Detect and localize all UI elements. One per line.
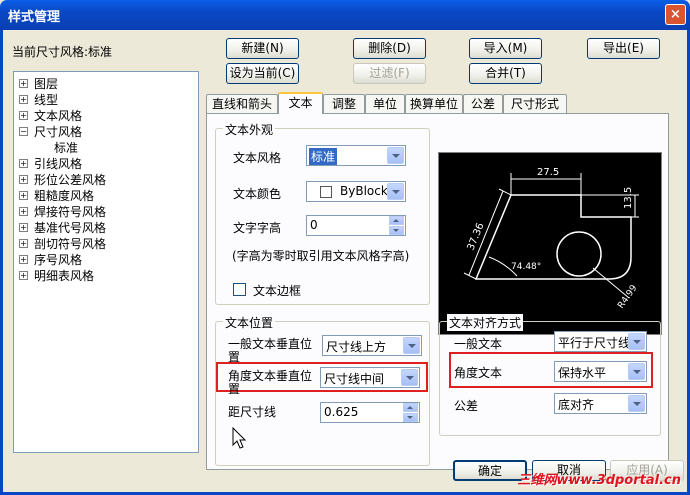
tab-dim-form[interactable]: 尺寸形式 [503, 94, 567, 114]
dropdown-arrow-icon[interactable] [628, 333, 645, 350]
delete-button[interactable]: 删除(D) [353, 38, 426, 59]
filter-button[interactable]: 过滤(F) [353, 63, 426, 84]
text-border-checkbox[interactable] [233, 283, 246, 296]
expand-icon[interactable]: + [19, 207, 28, 216]
expand-icon[interactable]: + [19, 111, 28, 120]
text-height-spinner[interactable]: 0 [306, 215, 406, 236]
tab-lines-arrows[interactable]: 直线和箭头 [206, 94, 278, 114]
tab-tolerance[interactable]: 公差 [463, 94, 503, 114]
text-style-select[interactable]: 标准 [306, 145, 406, 166]
export-button[interactable]: 导出(E) [587, 38, 660, 59]
preview-drawing: 27.5 13.5 37.36 74.48° R4.99 [463, 167, 640, 311]
expand-icon[interactable]: + [19, 159, 28, 168]
spin-down-icon[interactable] [403, 413, 418, 422]
angle-vert-label: 角度文本垂直位 [228, 369, 313, 383]
set-current-button[interactable]: 设为当前(C) [226, 63, 299, 84]
text-border-label: 文本边框 [253, 284, 302, 298]
angle-vert-select[interactable]: 尺寸线中间 [320, 367, 420, 388]
spin-down-icon[interactable] [389, 226, 404, 235]
preview-dim-top: 27.5 [537, 167, 559, 178]
expand-icon[interactable]: + [19, 255, 28, 264]
tolerance-align-label: 公差 [454, 399, 479, 413]
dropdown-arrow-icon[interactable] [403, 337, 420, 354]
spin-up-icon[interactable] [403, 403, 418, 412]
text-color-value: ByBlock [340, 184, 388, 198]
dimension-preview: 27.5 13.5 37.36 74.48° R4.99 [438, 152, 662, 335]
dropdown-arrow-icon[interactable] [628, 395, 645, 412]
angle-align-label: 角度文本 [454, 366, 503, 380]
spin-up-icon[interactable] [389, 216, 404, 225]
preview-dim-angle: 74.48° [511, 262, 541, 272]
text-style-label: 文本风格 [233, 151, 282, 165]
offset-label: 距尺寸线 [228, 405, 277, 419]
general-align-select[interactable]: 平行于尺寸线 [554, 331, 647, 352]
expand-icon[interactable]: + [19, 79, 28, 88]
general-vert-value: 尺寸线上方 [326, 340, 387, 354]
expand-icon[interactable]: + [19, 175, 28, 184]
text-style-value: 标准 [309, 148, 338, 165]
text-color-select[interactable]: ByBlock [306, 181, 406, 202]
style-tree[interactable]: + 图层 + 线型 + 文本风格 − 尺寸风格 标准 + 引线风格 + 形位公差风格 + 粗糙… [13, 71, 199, 453]
tab-alt-units[interactable]: 换算单位 [405, 94, 463, 114]
expand-icon[interactable]: + [19, 223, 28, 232]
collapse-icon[interactable]: − [19, 127, 28, 136]
style-manager-dialog: 当前尺寸风格:标准 新建(N) 删除(D) 导入(M) 导出(E) 设为当前(C… [0, 30, 690, 495]
preview-dim-radius: R4.99 [616, 283, 639, 310]
general-align-value: 平行于尺寸线 [558, 336, 631, 350]
tab-units[interactable]: 单位 [365, 94, 405, 114]
angle-align-select[interactable]: 保持水平 [554, 361, 647, 382]
group-title: 文本外观 [223, 121, 276, 138]
expand-icon[interactable]: + [19, 191, 28, 200]
merge-button[interactable]: 合并(T) [469, 63, 542, 84]
expand-icon[interactable]: + [19, 239, 28, 248]
tab-fit[interactable]: 调整 [323, 94, 365, 114]
group-title: 文本对齐方式 [447, 314, 524, 331]
title-bar: 样式管理 × [0, 0, 690, 30]
offset-value: 0.625 [324, 405, 359, 419]
dropdown-arrow-icon[interactable] [401, 369, 418, 386]
window-title: 样式管理 [8, 10, 61, 25]
new-button[interactable]: 新建(N) [226, 38, 299, 59]
dropdown-arrow-icon[interactable] [628, 363, 645, 380]
offset-spinner[interactable]: 0.625 [320, 402, 420, 423]
mouse-cursor-icon [232, 427, 247, 449]
current-style-label: 当前尺寸风格:标准 [12, 45, 113, 59]
watermark-text: 三维网www.3dportal.cn [517, 473, 681, 488]
tolerance-align-select[interactable]: 底对齐 [554, 393, 647, 414]
text-height-value: 0 [310, 218, 318, 232]
angle-vert-label-cont: 置 [228, 382, 241, 396]
import-button[interactable]: 导入(M) [469, 38, 542, 59]
expand-icon[interactable]: + [19, 271, 28, 280]
general-align-label: 一般文本 [454, 337, 503, 351]
color-swatch-icon [320, 186, 332, 198]
dropdown-arrow-icon[interactable] [387, 147, 404, 164]
tab-text[interactable]: 文本 [278, 92, 323, 114]
text-height-label: 文字字高 [233, 221, 282, 235]
preview-dim-left: 37.36 [466, 221, 487, 252]
expand-icon[interactable]: + [19, 95, 28, 104]
angle-vert-value: 尺寸线中间 [324, 372, 385, 386]
close-button[interactable]: × [665, 4, 686, 25]
general-vert-select[interactable]: 尺寸线上方 [322, 335, 422, 356]
group-title: 文本位置 [223, 314, 276, 331]
general-vert-label: 一般文本垂直位 [228, 337, 313, 351]
dropdown-arrow-icon[interactable] [387, 183, 404, 200]
ok-button[interactable]: 确定 [453, 460, 527, 481]
text-color-label: 文本颜色 [233, 187, 282, 201]
height-note: (字高为零时取引用文本风格字高) [232, 249, 410, 263]
angle-align-value: 保持水平 [558, 366, 607, 380]
tolerance-align-value: 底对齐 [558, 398, 595, 412]
preview-dim-right: 13.5 [623, 187, 634, 209]
